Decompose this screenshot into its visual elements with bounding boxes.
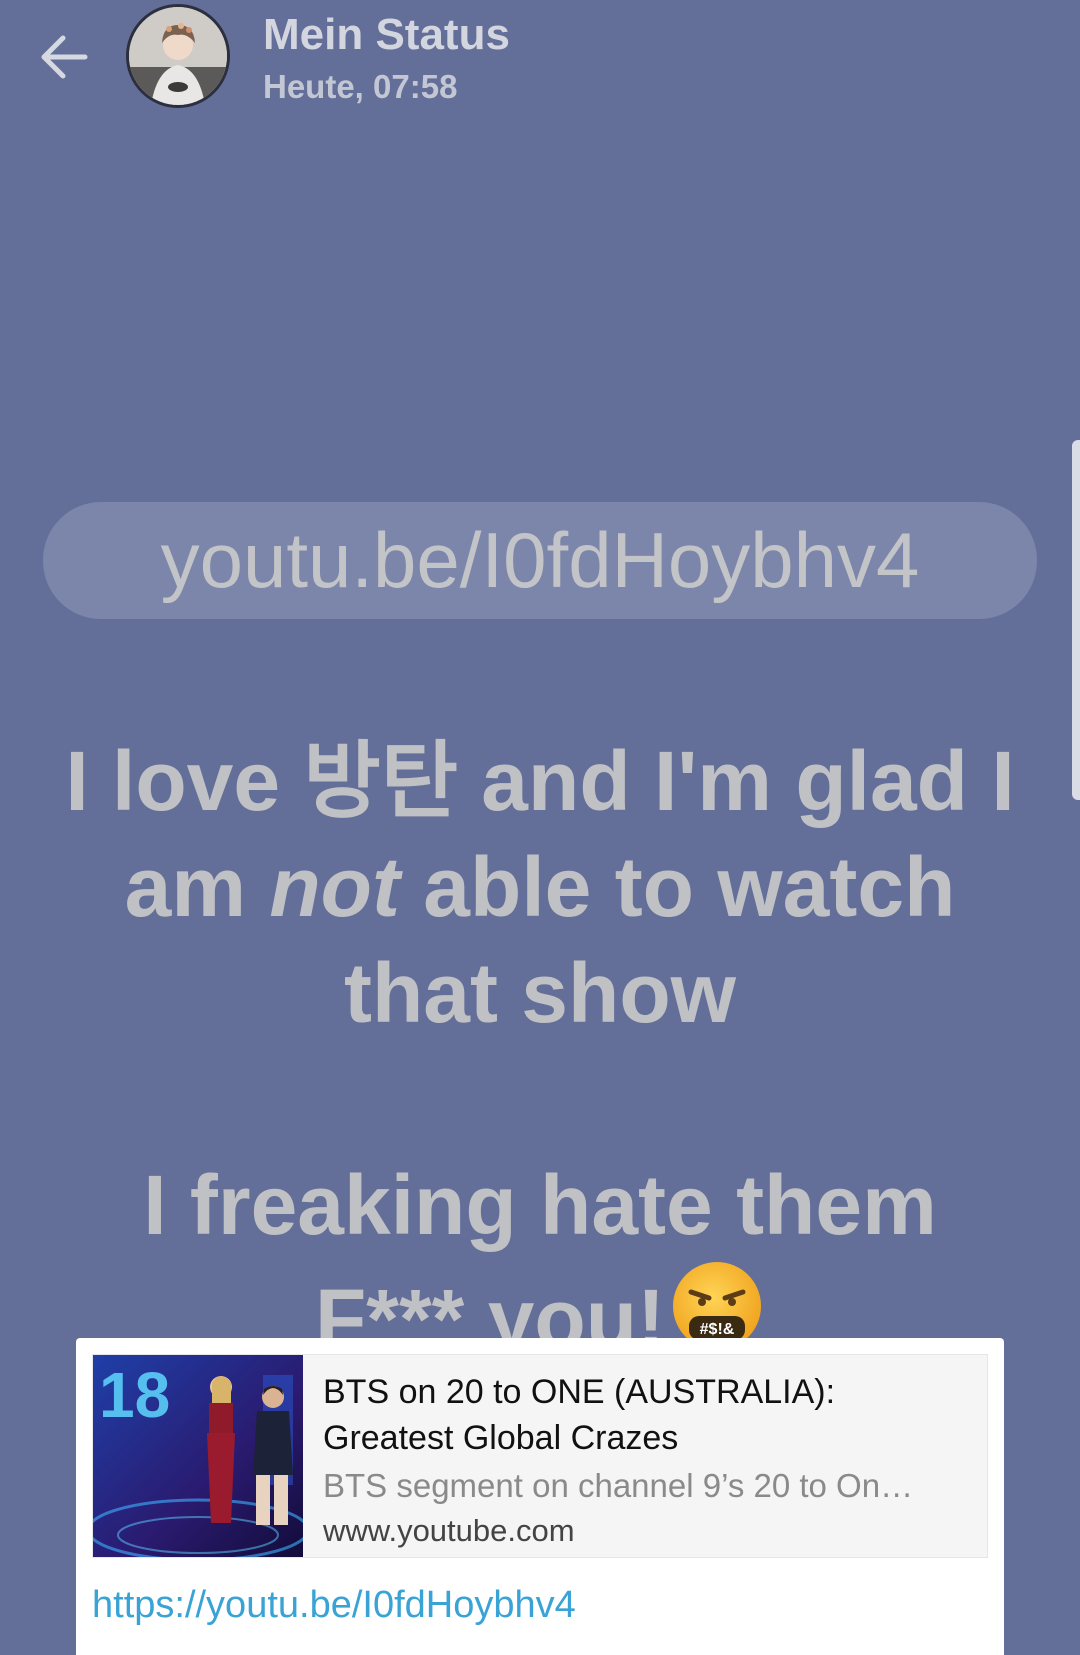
status-url-pill[interactable]: youtu.be/I0fdHoybhv4 <box>43 502 1037 619</box>
avatar[interactable] <box>126 4 230 108</box>
arrow-left-icon <box>41 35 88 79</box>
status-emphasis: not <box>269 840 400 934</box>
status-line-4: I freaking hate them <box>143 1158 937 1252</box>
link-preview-box[interactable]: 18 BTS on 20 to ONE (AUSTRALIA): Greates… <box>92 1354 988 1558</box>
thumbnail-image: 18 <box>93 1355 303 1557</box>
status-header: Mein Status Heute, 07:58 <box>0 0 1080 120</box>
status-line-2-end: able to watch <box>399 840 956 934</box>
status-line-2: am not able to watch <box>40 834 1040 940</box>
thumbnail-number: 18 <box>99 1359 170 1431</box>
status-line-2-start: am <box>124 840 270 934</box>
preview-title[interactable]: BTS on 20 to ONE (AUSTRALIA): Greatest G… <box>323 1369 963 1461</box>
status-line-3: that show <box>344 946 736 1040</box>
header-title: Mein Status <box>263 10 510 59</box>
preview-description: BTS segment on channel 9’s 20 to On… <box>323 1467 914 1504</box>
preview-url-link[interactable]: https://youtu.be/I0fdHoybhv4 <box>92 1584 576 1627</box>
status-url-text: youtu.be/I0fdHoybhv4 <box>160 516 920 604</box>
scrollbar[interactable] <box>1072 440 1080 800</box>
avatar-image <box>129 7 227 105</box>
link-preview-card[interactable]: 18 BTS on 20 to ONE (AUSTRALIA): Greates… <box>76 1338 1004 1655</box>
status-line-1: I love 방탄 and I'm glad I <box>65 734 1015 828</box>
back-button[interactable] <box>28 22 98 92</box>
preview-thumbnail[interactable]: 18 <box>93 1355 303 1557</box>
preview-domain: www.youtube.com <box>323 1513 575 1548</box>
emoji-symbols: #$!& <box>700 1321 735 1338</box>
header-timestamp: Heute, 07:58 <box>263 68 458 105</box>
status-text: I love 방탄 and I'm glad I am not able to … <box>40 728 1040 1372</box>
